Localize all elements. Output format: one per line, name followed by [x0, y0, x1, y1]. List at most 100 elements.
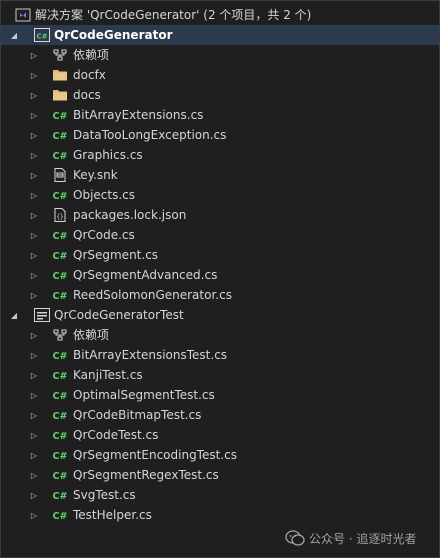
- tree-item-label: KanjiTest.cs: [73, 368, 143, 382]
- tree-item[interactable]: ▷ C# QrCode.cs: [1, 225, 439, 245]
- collapsed-arrow-icon[interactable]: ▷: [29, 425, 39, 445]
- folder-icon: [52, 87, 68, 103]
- expanded-arrow-icon[interactable]: ◢: [9, 305, 19, 325]
- svg-text:C#: C#: [36, 33, 47, 41]
- tree-item[interactable]: ▷ Key.snk: [1, 165, 439, 185]
- svg-text:C#: C#: [53, 251, 68, 262]
- tree-item-label: 依赖项: [73, 328, 110, 342]
- svg-text:C#: C#: [53, 231, 68, 242]
- svg-text:{}: {}: [56, 214, 63, 221]
- folder-icon: [52, 67, 68, 83]
- tree-item[interactable]: ▷ C# BitArrayExtensionsTest.cs: [1, 345, 439, 365]
- csharp-file-icon: C#: [51, 387, 69, 403]
- watermark-text: 公众号 · 追逐时光者: [309, 531, 417, 546]
- tree-item[interactable]: ▷ C# Graphics.cs: [1, 145, 439, 165]
- test-project-icon: [34, 307, 50, 323]
- tree-item[interactable]: ▷ C# QrSegmentRegexTest.cs: [1, 465, 439, 485]
- collapsed-arrow-icon[interactable]: ▷: [29, 45, 39, 65]
- collapsed-arrow-icon[interactable]: ▷: [29, 145, 39, 165]
- tree-item[interactable]: ▷ C# QrSegmentEncodingTest.cs: [1, 445, 439, 465]
- tree-item-label: ReedSolomonGenerator.cs: [73, 288, 232, 302]
- solution-node[interactable]: 解决方案 'QrCodeGenerator' (2 个项目，共 2 个): [1, 5, 439, 25]
- tree-item[interactable]: ▷ C# SvgTest.cs: [1, 485, 439, 505]
- collapsed-arrow-icon[interactable]: ▷: [29, 245, 39, 265]
- collapsed-arrow-icon[interactable]: ▷: [29, 385, 39, 405]
- tree-item[interactable]: ▷ C# QrSegmentAdvanced.cs: [1, 265, 439, 285]
- tree-item-label: QrSegmentAdvanced.cs: [73, 268, 218, 282]
- svg-text:C#: C#: [53, 151, 68, 162]
- collapsed-arrow-icon[interactable]: ▷: [29, 325, 39, 345]
- tree-item[interactable]: ▷ C# QrCodeTest.cs: [1, 425, 439, 445]
- solution-explorer: 解决方案 'QrCodeGenerator' (2 个项目，共 2 个) ◢ C…: [0, 0, 440, 558]
- csharp-file-icon: C#: [51, 187, 69, 203]
- watermark: 公众号 · 追逐时光者: [285, 527, 416, 549]
- tree-item[interactable]: ▷ docs: [1, 85, 439, 105]
- svg-text:C#: C#: [53, 131, 68, 142]
- project-label: QrCodeGenerator: [54, 28, 173, 42]
- project-label: QrCodeGeneratorTest: [54, 308, 184, 322]
- collapsed-arrow-icon[interactable]: ▷: [29, 465, 39, 485]
- collapsed-arrow-icon[interactable]: ▷: [29, 285, 39, 305]
- tree-item-label: OptimalSegmentTest.cs: [73, 388, 215, 402]
- project-node-qrcodegeneratortest[interactable]: ◢ QrCodeGeneratorTest: [1, 305, 439, 325]
- csharp-file-icon: C#: [51, 487, 69, 503]
- tree-item-label: Objects.cs: [73, 188, 135, 202]
- collapsed-arrow-icon[interactable]: ▷: [29, 265, 39, 285]
- collapsed-arrow-icon[interactable]: ▷: [29, 345, 39, 365]
- tree-item[interactable]: ▷ 依赖项: [1, 325, 439, 345]
- tree-item[interactable]: ▷ C# ReedSolomonGenerator.cs: [1, 285, 439, 305]
- collapsed-arrow-icon[interactable]: ▷: [29, 505, 39, 525]
- collapsed-arrow-icon[interactable]: ▷: [29, 185, 39, 205]
- collapsed-arrow-icon[interactable]: ▷: [29, 165, 39, 185]
- csharp-file-icon: C#: [51, 447, 69, 463]
- collapsed-arrow-icon[interactable]: ▷: [29, 485, 39, 505]
- tree-item-label: QrCodeBitmapTest.cs: [73, 408, 202, 422]
- svg-text:C#: C#: [53, 411, 68, 422]
- tree-item[interactable]: ▷ C# DataTooLongException.cs: [1, 125, 439, 145]
- csharp-file-icon: C#: [51, 347, 69, 363]
- tree-item[interactable]: ▷ docfx: [1, 65, 439, 85]
- svg-text:C#: C#: [53, 451, 68, 462]
- svg-text:C#: C#: [53, 511, 68, 522]
- collapsed-arrow-icon[interactable]: ▷: [29, 85, 39, 105]
- expanded-arrow-icon[interactable]: ◢: [9, 25, 19, 45]
- tree-item[interactable]: ▷ C# BitArrayExtensions.cs: [1, 105, 439, 125]
- csharp-file-icon: C#: [51, 367, 69, 383]
- csharp-file-icon: C#: [51, 507, 69, 523]
- svg-text:C#: C#: [53, 111, 68, 122]
- tree-item[interactable]: ▷ C# OptimalSegmentTest.cs: [1, 385, 439, 405]
- tree-item[interactable]: ▷ 依赖项: [1, 45, 439, 65]
- tree-item-label: BitArrayExtensionsTest.cs: [73, 348, 228, 362]
- tree-item[interactable]: ▷ C# QrCodeBitmapTest.cs: [1, 405, 439, 425]
- tree-item[interactable]: ▷ C# TestHelper.cs: [1, 505, 439, 525]
- collapsed-arrow-icon[interactable]: ▷: [29, 225, 39, 245]
- svg-text:C#: C#: [53, 291, 68, 302]
- tree-item-label: TestHelper.cs: [73, 508, 152, 522]
- csharp-file-icon: C#: [51, 147, 69, 163]
- tree-item-label: docfx: [73, 68, 106, 82]
- csharp-file-icon: C#: [51, 427, 69, 443]
- collapsed-arrow-icon[interactable]: ▷: [29, 205, 39, 225]
- csharp-file-icon: C#: [51, 467, 69, 483]
- csharp-file-icon: C#: [51, 407, 69, 423]
- csharp-project-icon: C#: [34, 27, 50, 43]
- svg-text:C#: C#: [53, 271, 68, 282]
- svg-text:C#: C#: [53, 371, 68, 382]
- collapsed-arrow-icon[interactable]: ▷: [29, 365, 39, 385]
- tree-item[interactable]: ▷ C# Objects.cs: [1, 185, 439, 205]
- tree-item-label: 依赖项: [73, 48, 110, 62]
- key-file-icon: [52, 167, 68, 183]
- visual-studio-solution-icon: [15, 7, 31, 23]
- collapsed-arrow-icon[interactable]: ▷: [29, 125, 39, 145]
- tree-item[interactable]: ▷ {} packages.lock.json: [1, 205, 439, 225]
- collapsed-arrow-icon[interactable]: ▷: [29, 105, 39, 125]
- project-node-qrcodegenerator[interactable]: ◢ C# QrCodeGenerator: [1, 25, 439, 45]
- csharp-file-icon: C#: [51, 107, 69, 123]
- tree-item[interactable]: ▷ C# QrSegment.cs: [1, 245, 439, 265]
- collapsed-arrow-icon[interactable]: ▷: [29, 405, 39, 425]
- csharp-file-icon: C#: [51, 227, 69, 243]
- solution-label: 解决方案 'QrCodeGenerator' (2 个项目，共 2 个): [35, 8, 312, 22]
- tree-item[interactable]: ▷ C# KanjiTest.cs: [1, 365, 439, 385]
- collapsed-arrow-icon[interactable]: ▷: [29, 445, 39, 465]
- collapsed-arrow-icon[interactable]: ▷: [29, 65, 39, 85]
